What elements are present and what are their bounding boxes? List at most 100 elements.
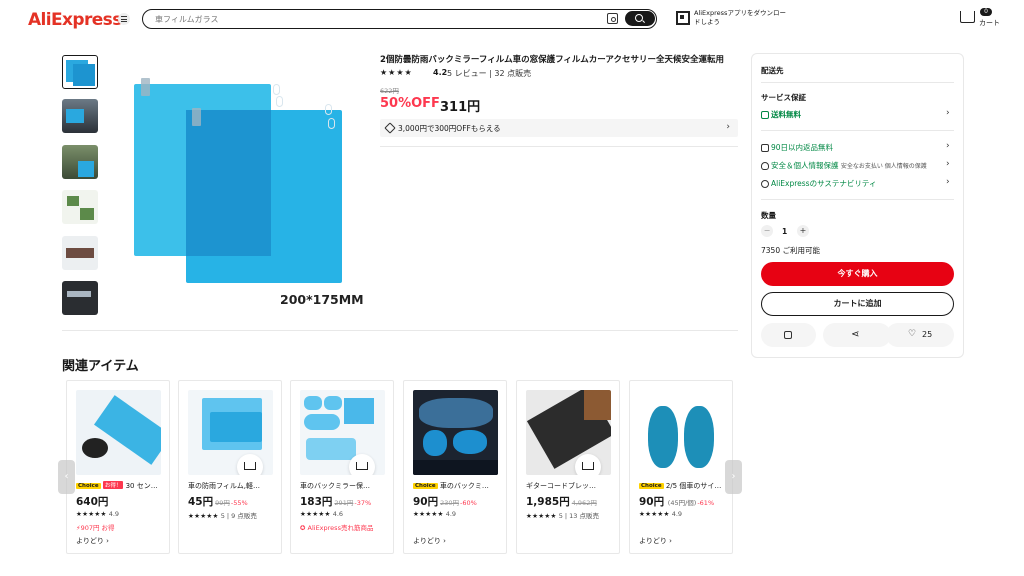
leaf-icon [761,180,769,188]
product-image [526,390,611,475]
card-rating: ★★★★★ 4.9 [413,510,457,518]
coupon-banner[interactable]: 3,000円で300円OFFもらえる › [380,119,738,137]
chevron-right-icon: › [726,122,730,132]
quantity-value[interactable]: 1 [782,227,787,236]
thumbnail-4[interactable] [62,190,98,224]
chevron-right-icon: › [946,159,950,169]
add-cart-icon[interactable] [575,454,601,475]
card-price: 45円 99円-55% [188,496,248,508]
quantity-minus-button[interactable]: − [761,225,773,237]
truck-icon [761,111,769,119]
card-rating: ★★★★★ 4.9 [639,510,683,518]
thumbnail-3[interactable] [62,145,98,179]
security-row[interactable]: 安全＆個人情報保護 安全なお支払い 個人情報の保護 [761,160,927,171]
return-label: 90日以内返品無料 [771,143,834,152]
related-item-card[interactable]: Choice 2/5 個車のサイ… 90円 (45円/個)-61% ★★★★★ … [629,380,733,554]
card-price: 1,985円 4,962円 [526,496,597,508]
free-shipping-row[interactable]: 送料無料 [761,109,801,120]
thumbnail-5[interactable] [62,236,98,270]
card-rating: ★★★★★ 5 | 13 点販売 [526,512,600,520]
sustainability-label: AliExpressのサステナビリティ [771,179,877,188]
coupon-text: 3,000円で300円OFFもらえる [398,124,501,133]
return-icon [761,144,769,152]
image-search-icon[interactable] [607,13,618,24]
security-desc: 安全なお支払い 個人情報の保護 [840,163,927,170]
related-item-card[interactable]: 車のバックミラー保… 183円 291円-37% ★★★★★ 4.6 ✪ AliE… [290,380,394,554]
card-bestseller: ✪ AliExpress売れ筋商品 [300,524,374,532]
product-main-image[interactable] [120,60,370,300]
related-items-title: 関連アイテム [62,359,139,374]
divider [761,82,954,83]
share-icon: ⋖ [851,329,860,340]
more-link[interactable]: よりどり › [413,536,446,546]
cart-icon[interactable] [960,11,975,23]
card-title: 車のバックミラー保… [300,482,370,490]
card-title: Choice 車のバックミ… [413,482,489,490]
card-rating: ★★★★★ 4.9 [76,510,120,518]
qr-code-icon[interactable] [676,11,690,25]
ship-to-label[interactable]: 配送先 [761,65,784,76]
store-icon [784,331,792,339]
review-count-link[interactable]: 5 レビュー | 32 点販売 [447,68,531,79]
add-cart-icon[interactable] [237,454,263,475]
card-price: 183円 291円-37% [300,496,372,508]
aliexpress-logo[interactable]: AliExpress [28,10,122,30]
original-price: 622円 [380,87,399,95]
carousel-prev-button[interactable]: ‹ [58,460,75,494]
heart-icon: ♡ [908,329,917,339]
chevron-right-icon: › [946,177,950,187]
search-input[interactable] [155,12,585,26]
divider [380,146,738,147]
quantity-label: 数量 [761,211,776,220]
related-item-card[interactable]: ギターコードブレッ… 1,985円 4,962円 ★★★★★ 5 | 13 点販売 [516,380,620,554]
product-image [639,390,724,475]
buy-now-button[interactable]: 今すぐ購入 [761,262,954,286]
quantity-plus-button[interactable]: + [797,225,809,237]
chevron-right-icon: › [946,108,950,118]
cart-label[interactable]: カート [979,18,1000,28]
product-title: 2個防曇防雨バックミラーフィルム車の窓保護フィルムカーアクセサリー全天候安全運転… [380,55,724,65]
thumbnail-2[interactable] [62,99,98,133]
image-size-caption: 200*175MM [280,292,364,307]
add-cart-icon[interactable] [349,454,375,475]
card-title: Choice 2/5 個車のサイ… [639,482,722,490]
related-item-card[interactable]: 車の防雨フィルム,軽… 45円 99円-55% ★★★★★ 5 | 9 点販売 [178,380,282,554]
add-to-cart-button[interactable]: カートに追加 [761,292,954,316]
app-download-link[interactable]: AliExpressアプリをダウンロードしよう [694,9,789,27]
more-link[interactable]: よりどり › [639,536,672,546]
free-shipping-label: 送料無料 [771,110,801,119]
card-savings: ⚡907円 お得 [76,524,115,532]
card-title: ギターコードブレッ… [526,482,596,490]
related-item-card[interactable]: Choice 車のバックミ… 90円 230円-60% ★★★★★ 4.9 よりど… [403,380,507,554]
chevron-right-icon: › [946,141,950,151]
divider [761,130,954,131]
card-price: 90円 230円-60% [413,496,477,508]
carousel-next-button[interactable]: › [725,460,742,494]
shield-icon [761,162,769,170]
divider [761,199,954,200]
card-price: 90円 (45円/個)-61% [639,496,715,508]
card-price: 640円 [76,496,109,508]
card-rating: ★★★★★ 5 | 9 点販売 [188,512,257,520]
card-title: 車の防雨フィルム,軽… [188,482,260,490]
share-button[interactable]: ⋖ [823,323,891,347]
product-image [413,390,498,475]
store-button[interactable] [761,323,816,347]
discount-badge: 50%OFF [380,96,440,111]
search-bar [142,9,657,29]
more-link[interactable]: よりどり › [76,536,109,546]
return-policy-row[interactable]: 90日以内返品無料 [761,142,833,153]
search-button[interactable] [625,11,655,26]
cart-count-badge: 0 [980,8,992,16]
product-image [188,390,273,475]
product-image [76,390,161,475]
thumbnail-6[interactable] [62,281,98,315]
related-item-card[interactable]: Choice お得！ 30 セン… 640円 ★★★★★ 4.9 ⚡907円 お… [66,380,170,554]
service-title: サービス保証 [761,93,806,102]
wishlist-button[interactable]: ♡ 25 [886,323,954,347]
security-label: 安全＆個人情報保護 [771,161,839,170]
menu-icon[interactable] [118,13,130,25]
sustainability-row[interactable]: AliExpressのサステナビリティ [761,178,876,189]
thumbnail-1[interactable] [62,55,98,89]
card-title: Choice お得！ 30 セン… [76,481,158,490]
